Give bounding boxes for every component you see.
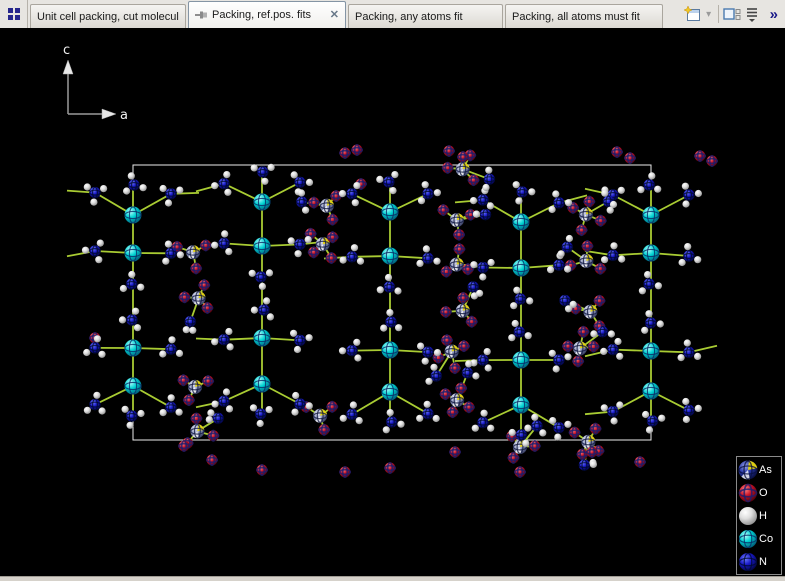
structure-viewport[interactable]: c a xyxy=(0,28,785,576)
tab-packing-any-atoms-fit[interactable]: Packing, any atoms fit xyxy=(348,4,503,28)
axis-a-arrow-icon xyxy=(102,109,116,119)
legend-label: As xyxy=(759,464,772,476)
tab-label: Unit cell packing, cut molecul... xyxy=(37,11,179,23)
tab-bar: Unit cell packing, cut molecul... Packin… xyxy=(0,0,785,28)
atom-legend: As O H Co N xyxy=(736,456,782,575)
views-list-button[interactable] xyxy=(742,3,762,25)
legend-label: H xyxy=(759,510,767,522)
n-atom-icon xyxy=(737,551,759,573)
tab-label: Packing, ref.pos. fits xyxy=(212,9,326,21)
legend-label: Co xyxy=(759,533,773,545)
dock-grid-icon xyxy=(7,7,21,21)
tile-windows-icon xyxy=(723,7,741,21)
legend-entry-h: H xyxy=(737,504,781,527)
h-atom-icon xyxy=(737,505,759,527)
co-atom-icon xyxy=(737,528,759,550)
legend-entry-co: Co xyxy=(737,527,781,550)
as-atom-icon xyxy=(737,459,759,481)
arrange-views-button[interactable] xyxy=(722,3,742,25)
legend-label: O xyxy=(759,487,768,499)
dock-grid-button[interactable] xyxy=(0,0,28,28)
list-menu-icon xyxy=(745,7,759,22)
toolbar-separator xyxy=(718,5,719,23)
tab-label: Packing, all atoms must fit xyxy=(512,11,656,23)
axis-c-arrow-icon xyxy=(63,60,73,74)
tab-toolbar: ▾ » xyxy=(683,0,785,28)
tab-packing-refpos-fits[interactable]: Packing, ref.pos. fits ✕ xyxy=(188,1,346,28)
tab-label: Packing, any atoms fit xyxy=(355,11,496,23)
new-view-dropdown-icon[interactable]: ▾ xyxy=(703,9,715,20)
application-window: Unit cell packing, cut molecul... Packin… xyxy=(0,0,785,581)
axis-c-label: c xyxy=(63,43,70,58)
axis-a-label: a xyxy=(120,108,128,123)
overflow-chevron-icon[interactable]: » xyxy=(770,6,778,23)
o-atom-icon xyxy=(737,482,759,504)
legend-entry-n: N xyxy=(737,550,781,573)
axis-widget: c a xyxy=(40,38,170,138)
pin-icon[interactable] xyxy=(195,9,208,21)
tab-packing-all-atoms-must-fit[interactable]: Packing, all atoms must fit xyxy=(505,4,663,28)
new-window-icon xyxy=(684,6,701,22)
legend-entry-o: O xyxy=(737,481,781,504)
legend-entry-as: As xyxy=(737,458,781,481)
close-tab-icon[interactable]: ✕ xyxy=(330,10,339,21)
new-view-button[interactable] xyxy=(683,3,703,25)
legend-label: N xyxy=(759,556,767,568)
tab-unit-cell-packing[interactable]: Unit cell packing, cut molecul... xyxy=(30,4,186,28)
status-bar xyxy=(0,576,785,581)
